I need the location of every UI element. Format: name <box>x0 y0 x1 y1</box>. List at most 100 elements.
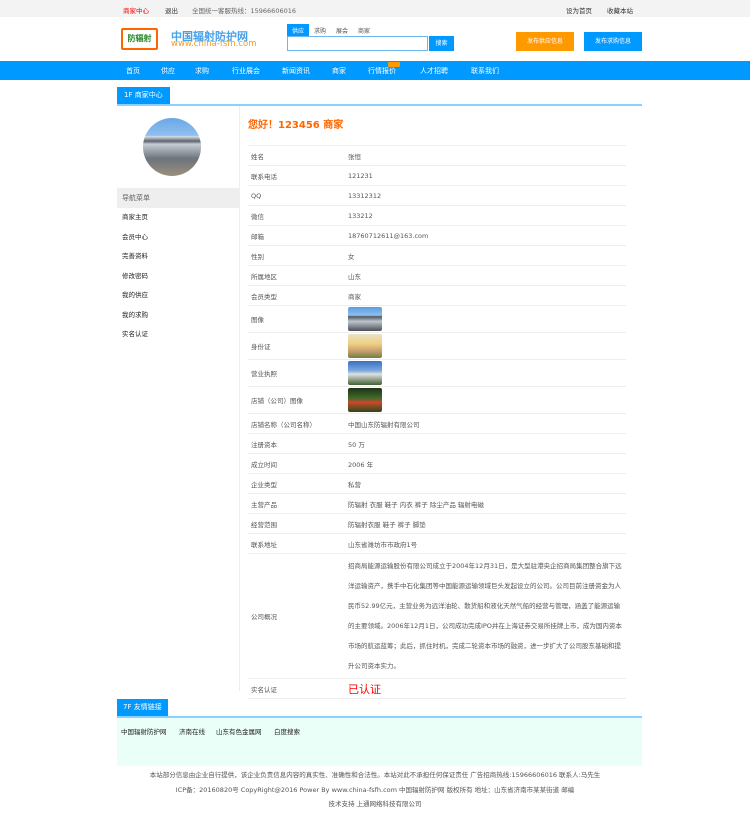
table-row: 联系电话 121231 <box>248 165 626 186</box>
field-label: 所属地区 <box>248 265 348 286</box>
table-row: 主营产品 防辐射 衣服 鞋子 内衣 裤子 除尘产品 辐射电磁 <box>248 493 626 514</box>
footer-support: 技术支持 上通网络科技有限公司 <box>328 800 422 808</box>
field-value: 私营 <box>348 473 626 494</box>
uploaded-image-thumbnail[interactable] <box>348 388 382 412</box>
avatar <box>143 118 201 176</box>
search-button[interactable]: 搜索 <box>429 36 454 51</box>
table-row: 图像 <box>248 305 626 333</box>
table-row: 微信 133212 <box>248 205 626 226</box>
greeting: 您好！123456 商家 <box>248 120 344 131</box>
search-input[interactable] <box>287 36 428 51</box>
image-cell <box>348 359 626 387</box>
field-label: 性别 <box>248 245 348 266</box>
section-title: 1F 商家中心 <box>117 87 170 104</box>
friends-links: 中国辐射防护网 济南在线 山东有色金属网 白度搜索 <box>117 718 642 766</box>
sidebar-item-password[interactable]: 修改密码 <box>122 267 148 287</box>
publish-purchase-button[interactable]: 发布求购信息 <box>584 32 642 51</box>
table-row: 实名认证 已认证 <box>248 678 626 699</box>
field-label: QQ <box>248 185 348 206</box>
favorite-link[interactable]: 收藏本站 <box>607 5 633 15</box>
field-value: 商家 <box>348 285 626 306</box>
table-row: 企业类型 私营 <box>248 473 626 494</box>
hot-badge-icon <box>388 62 400 67</box>
friend-link[interactable]: 白度搜索 <box>274 726 300 736</box>
image-cell <box>348 305 626 333</box>
field-label: 店铺（公司）图像 <box>248 386 348 414</box>
set-home-link[interactable]: 设为首页 <box>566 5 592 15</box>
hotline-text: 全国统一客服热线：15966606016 <box>192 7 296 15</box>
uploaded-image-thumbnail[interactable] <box>348 361 382 385</box>
field-label: 联系电话 <box>248 165 348 186</box>
logout-link[interactable]: 退出 <box>165 5 178 15</box>
menu-title: 导航菜单 <box>117 188 239 208</box>
table-row: 联系地址 山东省潍坊市市政府1号 <box>248 533 626 554</box>
field-label: 经营范围 <box>248 513 348 534</box>
field-label: 店铺名称（公司名称） <box>248 413 348 434</box>
field-value: 防辐射 衣服 鞋子 内衣 裤子 除尘产品 辐射电磁 <box>348 493 626 514</box>
friends-title: 7F 友情链接 <box>117 699 168 716</box>
field-label: 注册资本 <box>248 433 348 454</box>
nav-contact[interactable]: 联系我们 <box>471 66 499 76</box>
table-row: 会员类型 商家 <box>248 285 626 306</box>
nav-supply[interactable]: 供应 <box>161 66 175 76</box>
profile-table: 姓名 张恒 联系电话 121231 QQ 13312312 微信 133212 邮箱 187607… <box>248 145 626 699</box>
field-label: 图像 <box>248 305 348 333</box>
publish-supply-button[interactable]: 发布供应信息 <box>516 32 574 51</box>
field-label: 姓名 <box>248 145 348 166</box>
field-label: 身份证 <box>248 332 348 360</box>
field-value: 2006 年 <box>348 453 626 474</box>
site-url: www.china-fsfh.com <box>171 39 257 49</box>
field-label: 会员类型 <box>248 285 348 306</box>
nav-merchant[interactable]: 商家 <box>332 66 346 76</box>
nav-news[interactable]: 新闻资讯 <box>282 66 310 76</box>
table-row: 成立时间 2006 年 <box>248 453 626 474</box>
company-overview: 招商局能源运输股份有限公司成立于2004年12月31日，是大型驻港央企招商局集团… <box>348 553 626 679</box>
footer-copyright: ICP备：20160820号 CopyRight@2016 Power By w… <box>175 786 575 794</box>
field-label: 主营产品 <box>248 493 348 514</box>
friend-link[interactable]: 济南在线 <box>179 726 205 736</box>
sidebar-item-profile[interactable]: 完善资料 <box>122 247 148 267</box>
nav-purchase[interactable]: 求购 <box>195 66 209 76</box>
footer-disclaimer: 本站部分信息由企业自行提供，该企业负责信息内容的真实性、准确性和合法性。本站对此… <box>149 771 601 779</box>
sidebar-item-my-purchase[interactable]: 我的求购 <box>122 306 148 326</box>
table-row: 店铺名称（公司名称） 中国山东防辐射有限公司 <box>248 413 626 434</box>
main-nav: 首页 供应 求购 行业展会 新闻资讯 商家 行情报价 人才招聘 联系我们 <box>0 61 750 80</box>
nav-jobs[interactable]: 人才招聘 <box>420 66 448 76</box>
field-value: 中国山东防辐射有限公司 <box>348 413 626 434</box>
friend-link[interactable]: 中国辐射防护网 <box>121 726 167 736</box>
table-row: 注册资本 50 万 <box>248 433 626 454</box>
field-value: 女 <box>348 245 626 266</box>
field-value: 133212 <box>348 205 626 226</box>
table-row: QQ 13312312 <box>248 185 626 206</box>
sidebar-item-my-supply[interactable]: 我的供应 <box>122 286 148 306</box>
sidebar-item-verification[interactable]: 实名认证 <box>122 325 148 345</box>
image-cell <box>348 386 626 414</box>
sidebar-item-member-center[interactable]: 会员中心 <box>122 228 148 248</box>
table-row: 邮箱 18760712611@163.com <box>248 225 626 246</box>
field-value: 121231 <box>348 165 626 186</box>
table-row: 营业执照 <box>248 359 626 387</box>
field-value: 50 万 <box>348 433 626 454</box>
table-row: 公司概况 招商局能源运输股份有限公司成立于2004年12月31日，是大型驻港央企招… <box>248 553 626 679</box>
uploaded-image-thumbnail[interactable] <box>348 307 382 331</box>
table-row: 姓名 张恒 <box>248 145 626 166</box>
logo[interactable]: 防辐射 <box>121 28 158 50</box>
field-label: 公司概况 <box>248 553 348 679</box>
nav-quotes[interactable]: 行情报价 <box>368 66 396 76</box>
table-row: 店铺（公司）图像 <box>248 386 626 414</box>
image-cell <box>348 332 626 360</box>
merchant-center-link[interactable]: 商家中心 <box>123 5 149 15</box>
field-value: 山东省潍坊市市政府1号 <box>348 533 626 554</box>
field-label: 微信 <box>248 205 348 226</box>
sidebar-item-merchant-home[interactable]: 商家主页 <box>122 208 148 228</box>
field-label: 成立时间 <box>248 453 348 474</box>
verification-status: 已认证 <box>348 678 626 699</box>
nav-home[interactable]: 首页 <box>126 66 140 76</box>
table-row: 经营范围 防辐射衣服 鞋子 裤子 脚垫 <box>248 513 626 534</box>
uploaded-image-thumbnail[interactable] <box>348 334 382 358</box>
friend-link[interactable]: 山东有色金属网 <box>216 726 262 736</box>
field-value: 防辐射衣服 鞋子 裤子 脚垫 <box>348 513 626 534</box>
field-label: 实名认证 <box>248 678 348 699</box>
field-value: 张恒 <box>348 145 626 166</box>
nav-expo[interactable]: 行业展会 <box>232 66 260 76</box>
